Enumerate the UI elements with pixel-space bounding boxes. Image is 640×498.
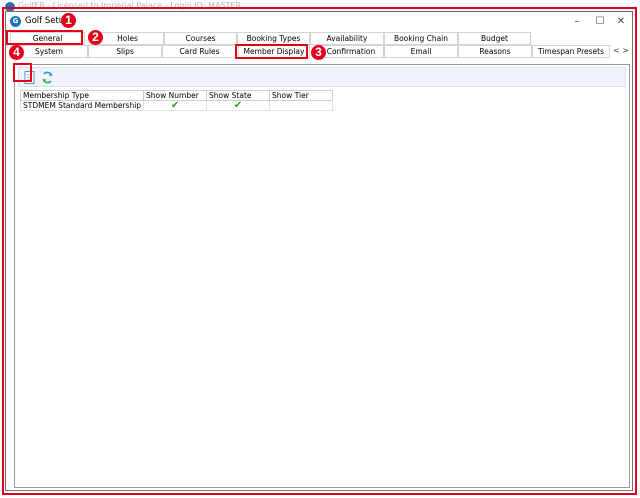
callout-badge: 2 (88, 30, 103, 45)
annotation-highlight-member-display-tab (235, 44, 308, 59)
callout-badge: 1 (61, 13, 76, 28)
annotation-highlight-new-button (13, 63, 32, 82)
callout-badge: 4 (9, 45, 24, 60)
annotation-frame (2, 7, 637, 495)
callout-badge: 3 (311, 45, 326, 60)
annotation-highlight-general-tab (6, 30, 83, 45)
